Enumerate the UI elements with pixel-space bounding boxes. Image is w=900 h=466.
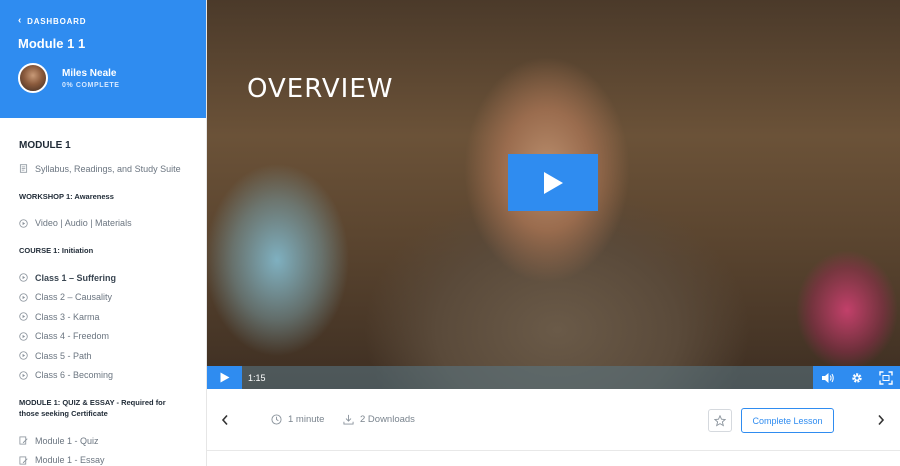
sidebar-header: ‹ DASHBOARD Module 1 1 Miles Neale 0% CO… — [0, 0, 206, 118]
star-icon — [714, 414, 726, 427]
lesson-label: Class 3 - Karma — [35, 311, 100, 322]
lesson-class-6[interactable]: Class 6 - Becoming — [19, 366, 206, 386]
lesson-workshop-video[interactable]: Video | Audio | Materials — [19, 214, 206, 234]
lesson-syllabus[interactable]: Syllabus, Readings, and Study Suite — [19, 159, 206, 179]
lesson-duration: 1 minute — [271, 414, 324, 425]
lesson-quiz[interactable]: Module 1 - Quiz — [19, 431, 206, 451]
play-circle-icon — [19, 371, 28, 380]
download-icon — [343, 414, 354, 425]
complete-lesson-button[interactable]: Complete Lesson — [741, 408, 834, 433]
section-title: MODULE 1 — [19, 140, 71, 151]
play-icon — [220, 372, 229, 383]
volume-button[interactable] — [813, 366, 842, 389]
play-circle-icon — [19, 273, 28, 282]
downloads-label: 2 Downloads — [360, 414, 415, 425]
subsection-title: COURSE 1: Initiation — [19, 246, 94, 255]
gear-icon — [851, 372, 862, 383]
favorite-button[interactable] — [708, 409, 732, 432]
back-to-dashboard-link[interactable]: ‹ DASHBOARD — [18, 16, 188, 26]
lesson-label: Class 6 - Becoming — [35, 370, 114, 381]
lesson-label: Module 1 - Essay — [35, 455, 105, 466]
seek-bar[interactable] — [266, 366, 813, 389]
play-circle-icon — [19, 219, 28, 228]
lesson-label: Class 4 - Freedom — [35, 331, 110, 342]
lesson-label: Module 1 - Quiz — [35, 435, 99, 446]
lesson-label: Syllabus, Readings, and Study Suite — [35, 163, 181, 174]
video-controls: 1:15 — [207, 366, 900, 389]
next-lesson-button[interactable] — [874, 413, 888, 429]
play-circle-icon — [19, 312, 28, 321]
volume-icon — [821, 372, 834, 383]
subsection-title: MODULE 1: QUIZ & ESSAY - Required for th… — [19, 398, 166, 418]
course-sidebar: ‹ DASHBOARD Module 1 1 Miles Neale 0% CO… — [0, 0, 207, 466]
progress-text: 0% COMPLETE — [62, 81, 120, 89]
instructor: Miles Neale 0% COMPLETE — [18, 63, 188, 93]
instructor-name: Miles Neale — [62, 67, 117, 79]
lesson-class-4[interactable]: Class 4 - Freedom — [19, 327, 206, 347]
course-title: Module 1 1 — [18, 36, 86, 51]
video-overlay-title: OVERVIEW — [247, 74, 394, 104]
chevron-left-icon: ‹ — [18, 15, 23, 26]
avatar — [18, 63, 48, 93]
fullscreen-button[interactable] — [871, 366, 900, 389]
big-play-button[interactable] — [508, 154, 598, 211]
curriculum: MODULE 1 Syllabus, Readings, and Study S… — [0, 118, 206, 466]
back-link-label: DASHBOARD — [27, 16, 87, 26]
play-pause-button[interactable] — [207, 366, 242, 389]
quiz-edit-icon — [19, 456, 28, 465]
lesson-essay[interactable]: Module 1 - Essay — [19, 451, 206, 466]
lesson-page: ‹ DASHBOARD Module 1 1 Miles Neale 0% CO… — [0, 0, 900, 466]
play-icon — [544, 171, 563, 194]
lesson-class-3[interactable]: Class 3 - Karma — [19, 307, 206, 327]
playback-time: 1:15 — [248, 372, 266, 383]
lesson-label: Class 1 – Suffering — [35, 272, 117, 283]
lesson-class-5[interactable]: Class 5 - Path — [19, 346, 206, 366]
fullscreen-icon — [878, 370, 893, 385]
play-circle-icon — [19, 293, 28, 302]
duration-label: 1 minute — [288, 414, 325, 425]
subsection-title: WORKSHOP 1: Awareness — [19, 191, 114, 201]
previous-lesson-button[interactable] — [218, 413, 232, 429]
document-icon — [19, 164, 28, 173]
lesson-label: Class 5 - Path — [35, 350, 92, 361]
quiz-edit-icon — [19, 436, 28, 445]
lesson-action-bar: 1 minute 2 Downloads Complete Lesson — [207, 389, 900, 451]
instructor-info: Miles Neale 0% COMPLETE — [62, 68, 120, 89]
chevron-right-icon — [878, 414, 885, 426]
lesson-label: Class 2 – Causality — [35, 292, 113, 303]
chevron-left-icon — [221, 414, 228, 426]
settings-button[interactable] — [842, 366, 871, 389]
clock-icon — [271, 414, 282, 425]
lesson-class-2[interactable]: Class 2 – Causality — [19, 288, 206, 308]
lesson-class-1[interactable]: Class 1 – Suffering — [19, 268, 206, 288]
video-player[interactable]: OVERVIEW 1:15 — [207, 0, 900, 389]
play-circle-icon — [19, 332, 28, 341]
play-circle-icon — [19, 351, 28, 360]
lesson-downloads[interactable]: 2 Downloads — [343, 414, 415, 425]
lesson-label: Video | Audio | Materials — [35, 218, 132, 229]
